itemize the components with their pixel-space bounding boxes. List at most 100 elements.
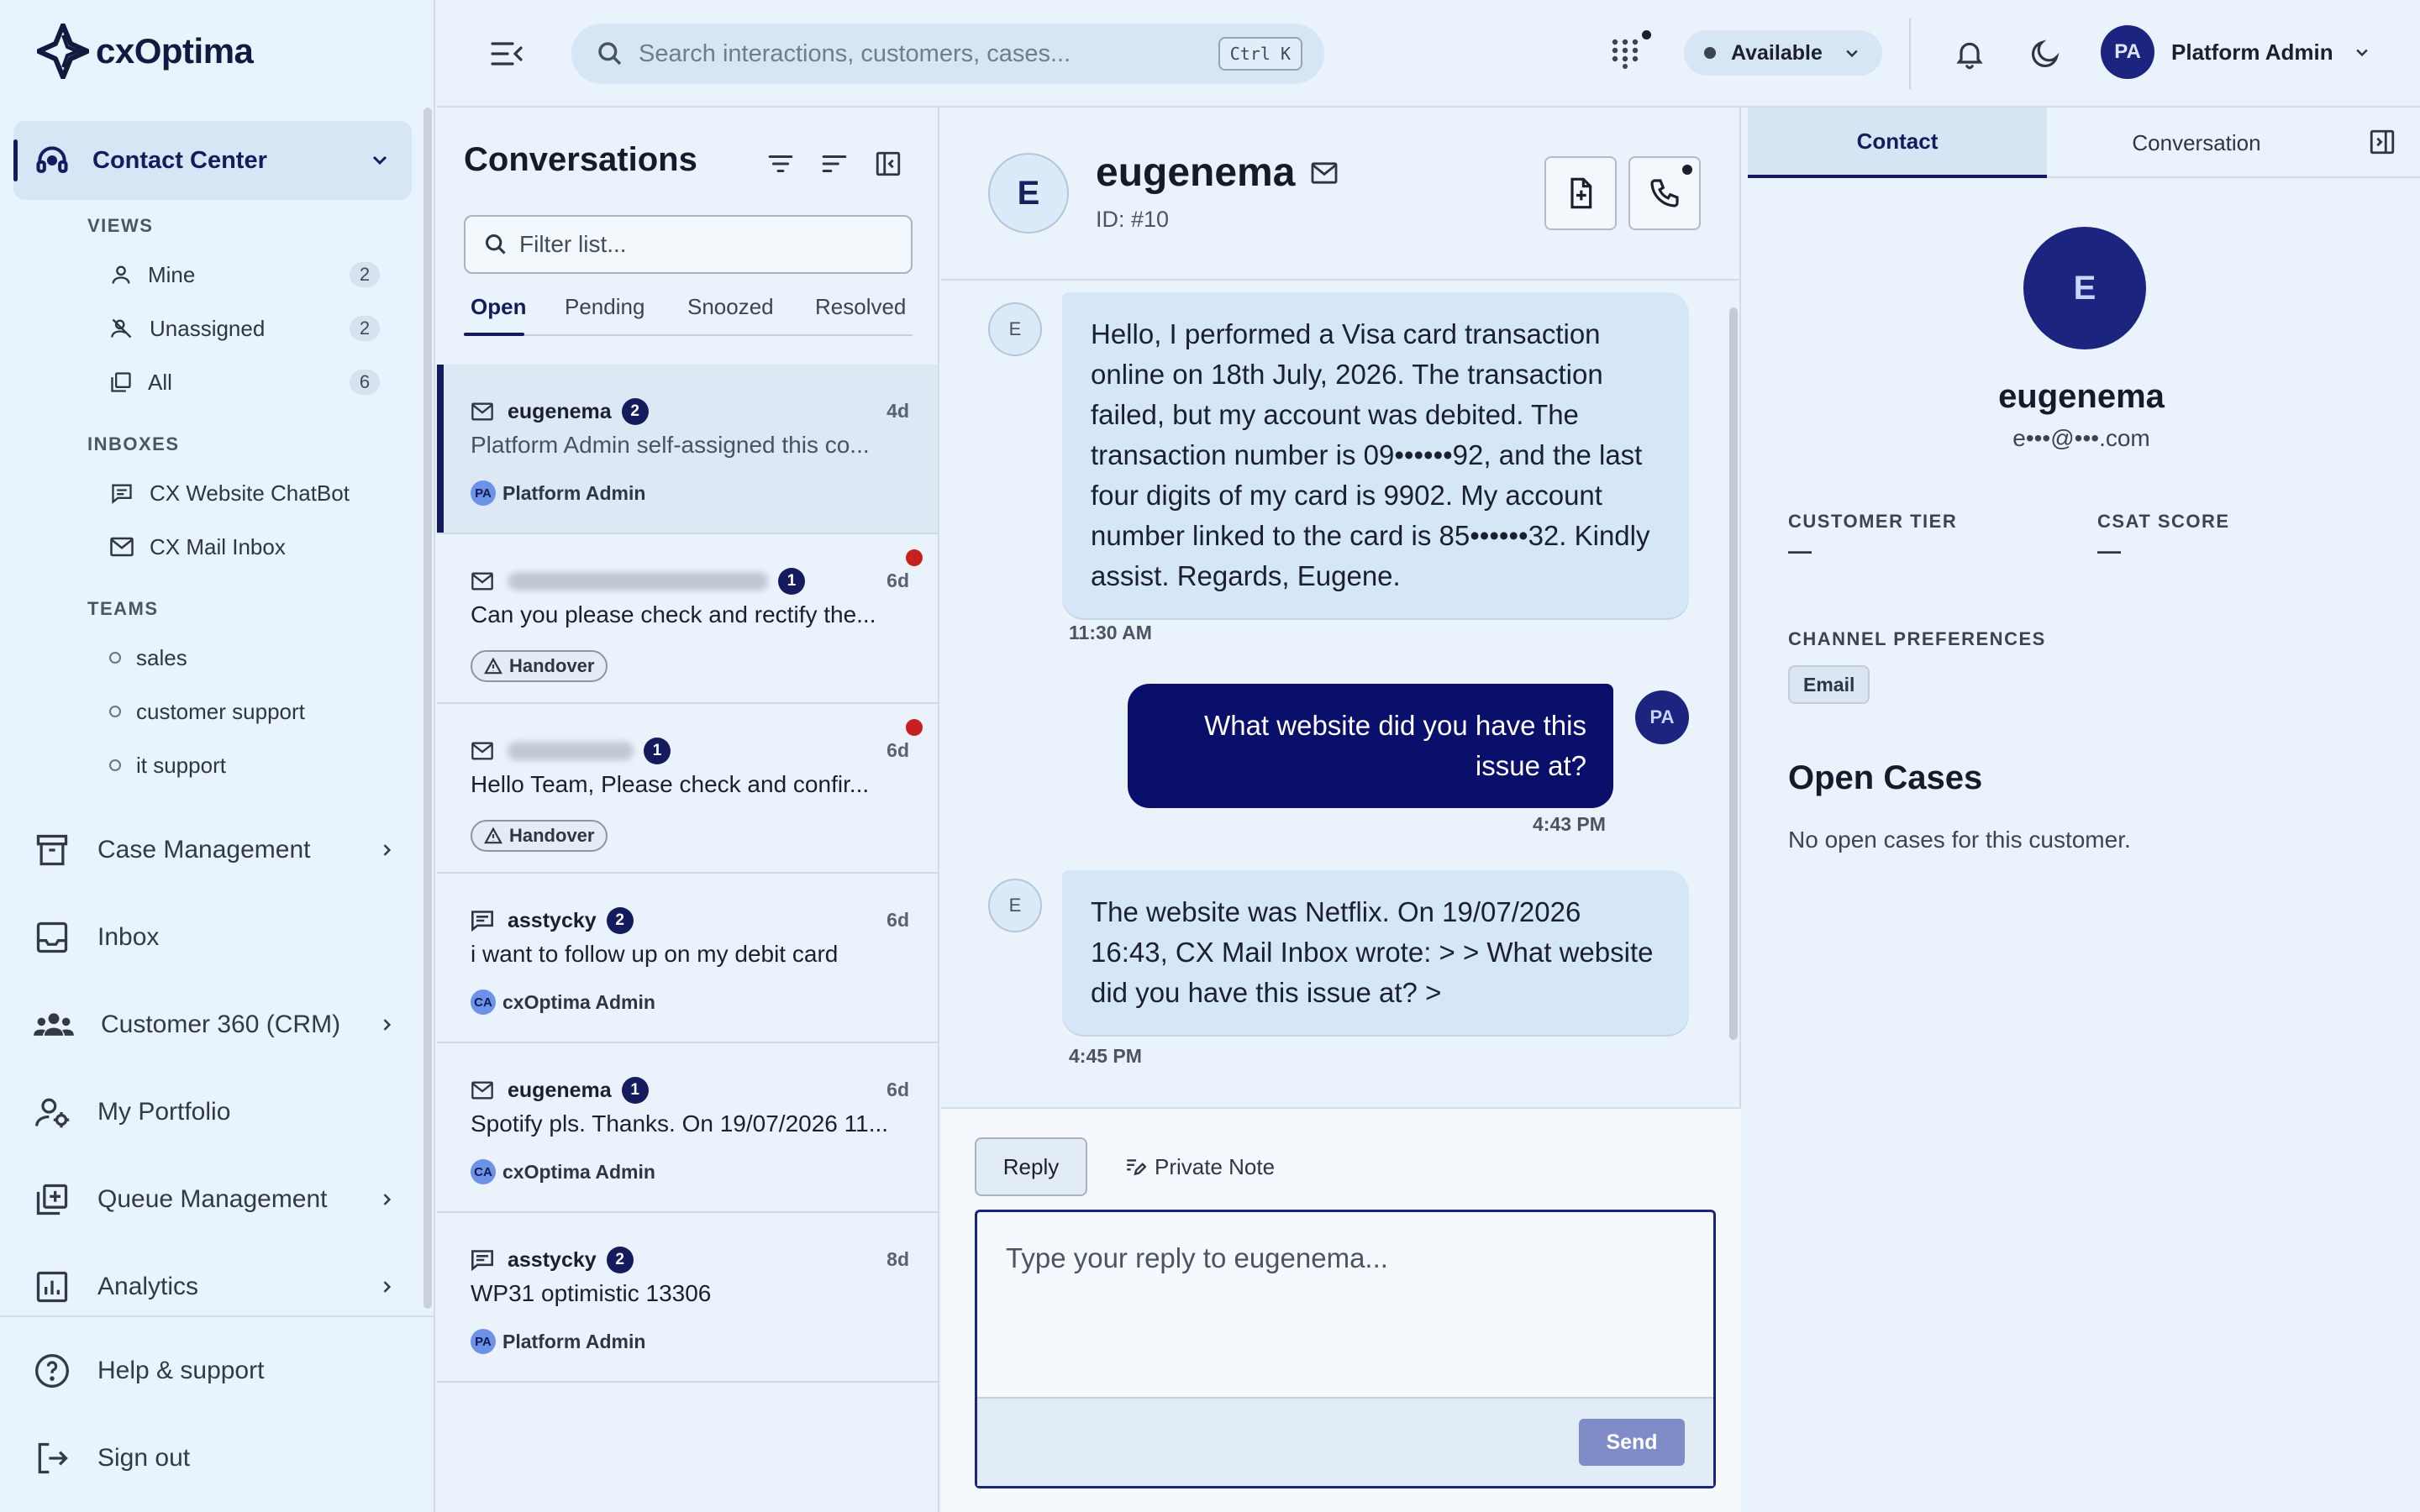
- tab-resolved[interactable]: Resolved: [815, 294, 906, 320]
- message-time: 4:45 PM: [1069, 1045, 1142, 1067]
- apps-grid-icon[interactable]: [1612, 39, 1639, 69]
- nav-analytics[interactable]: Analytics: [34, 1262, 395, 1312]
- topbar: Search interactions, customers, cases...…: [437, 0, 2420, 108]
- chevron-down-icon: [1844, 45, 1860, 61]
- conversation-preview: Spotify pls. Thanks. On 19/07/2026 11...: [471, 1110, 889, 1137]
- phone-icon: [1648, 176, 1681, 210]
- conversation-item[interactable]: eugenema 1 6d Spotify pls. Thanks. On 19…: [437, 1043, 938, 1213]
- tab-conversation[interactable]: Conversation: [2047, 108, 2346, 178]
- conversation-time: 6d: [886, 739, 909, 761]
- nav-queue-management[interactable]: Queue Management: [34, 1174, 395, 1225]
- chat-contact: eugenema: [1096, 150, 1339, 196]
- moon-icon[interactable]: [2028, 37, 2062, 71]
- help-icon: [34, 1352, 71, 1389]
- inbox-website-chatbot[interactable]: CX Website ChatBot: [109, 472, 350, 514]
- redacted-contact-name: [508, 742, 634, 760]
- agent-message: What website did you have this issue at?: [1128, 684, 1613, 808]
- team-customer-support[interactable]: customer support: [109, 690, 305, 732]
- tab-pending[interactable]: Pending: [565, 294, 644, 320]
- handover-tag: Handover: [471, 820, 608, 852]
- user-icon: [109, 263, 133, 286]
- contact-name: asstycky: [508, 908, 597, 932]
- nav-inbox[interactable]: Inbox: [34, 912, 395, 963]
- global-search[interactable]: Search interactions, customers, cases...…: [571, 24, 1324, 84]
- filter-icon[interactable]: [766, 150, 795, 178]
- search-icon: [484, 233, 508, 256]
- chart-icon: [34, 1268, 71, 1305]
- headset-icon: [34, 142, 71, 179]
- agent-avatar: PA: [471, 480, 496, 506]
- chat-icon: [471, 910, 494, 932]
- chat-scrollbar[interactable]: [1729, 307, 1738, 1040]
- chevron-right-icon: [378, 1016, 395, 1033]
- tab-private-note[interactable]: Private Note: [1124, 1137, 1275, 1196]
- team-it-support[interactable]: it support: [109, 744, 226, 786]
- nav-help-support[interactable]: Help & support: [34, 1346, 395, 1396]
- bell-icon[interactable]: [1953, 37, 1986, 71]
- conversation-item[interactable]: 1 6d Hello Team, Please check and confir…: [437, 704, 938, 874]
- team-sales[interactable]: sales: [109, 637, 187, 679]
- create-case-button[interactable]: [1544, 156, 1617, 230]
- sidebar-scrollbar[interactable]: [424, 108, 432, 1309]
- tab-open[interactable]: Open: [471, 294, 526, 320]
- nav-sign-out[interactable]: Sign out: [34, 1433, 395, 1483]
- nav-case-management[interactable]: Case Management: [34, 825, 395, 875]
- tab-snoozed[interactable]: Snoozed: [687, 294, 774, 320]
- search-placeholder: Search interactions, customers, cases...: [639, 39, 1071, 67]
- reply-composer: Reply Private Note Type your reply to eu…: [941, 1107, 1741, 1512]
- nav-label: Queue Management: [97, 1185, 328, 1213]
- view-all[interactable]: All 6: [109, 361, 380, 403]
- conversations-panel: Conversations Filter list... Open Pendin…: [437, 108, 939, 1512]
- nav-customer-360[interactable]: Customer 360 (CRM): [34, 1000, 395, 1050]
- views-heading: VIEWS: [87, 215, 154, 236]
- contact-tabs: Contact Conversation: [1748, 108, 2420, 178]
- contact-avatar: E: [2023, 227, 2146, 349]
- inbox-mail[interactable]: CX Mail Inbox: [109, 526, 286, 568]
- view-label: All: [148, 369, 172, 395]
- team-label: sales: [136, 644, 187, 670]
- nav-label: Case Management: [97, 836, 311, 864]
- active-indicator: [13, 139, 18, 181]
- stack-icon: [109, 370, 133, 394]
- panel-toggle-icon[interactable]: [874, 150, 902, 178]
- csat-score-value: —: [2097, 538, 2121, 564]
- user-off-icon: [109, 317, 134, 340]
- send-button[interactable]: Send: [1579, 1419, 1685, 1466]
- file-plus-icon: [1564, 176, 1597, 210]
- conversation-item[interactable]: asstycky 2 8d WP31 optimistic 13306 PA P…: [437, 1213, 938, 1383]
- reply-input[interactable]: Type your reply to eugenema... Send: [975, 1210, 1716, 1488]
- nav-contact-center[interactable]: Contact Center: [13, 121, 412, 200]
- customer-tier-value: —: [1788, 538, 1812, 564]
- filter-list-input[interactable]: Filter list...: [464, 215, 913, 274]
- collapse-menu-icon[interactable]: [491, 40, 524, 67]
- contact-panel: Contact Conversation E eugenema e•••@•••…: [1743, 108, 2420, 1512]
- conversation-item[interactable]: eugenema 2 4d Platform Admin self-assign…: [437, 365, 938, 534]
- conversation-item[interactable]: 1 6d Can you please check and rectify th…: [437, 534, 938, 704]
- chevron-down-icon: [370, 150, 390, 170]
- logo-icon: [37, 24, 89, 79]
- tab-contact[interactable]: Contact: [1748, 108, 2047, 178]
- agent-avatar: CA: [471, 1159, 496, 1184]
- sort-icon[interactable]: [820, 150, 849, 178]
- call-button[interactable]: [1628, 156, 1701, 230]
- tab-reply[interactable]: Reply: [975, 1137, 1087, 1196]
- user-avatar: PA: [2101, 25, 2154, 79]
- user-menu[interactable]: PA Platform Admin: [2101, 25, 2370, 79]
- availability-dropdown[interactable]: Available: [1684, 30, 1882, 76]
- chevron-right-icon: [378, 1191, 395, 1208]
- unread-badge: 2: [606, 1247, 634, 1273]
- brand[interactable]: cxOptima: [37, 24, 254, 79]
- view-mine[interactable]: Mine 2: [109, 254, 380, 296]
- nav-label: My Portfolio: [97, 1098, 231, 1126]
- call-status-dot: [1682, 165, 1692, 175]
- view-count: 6: [350, 370, 380, 395]
- mail-icon: [471, 571, 494, 591]
- unread-badge: 2: [621, 398, 649, 425]
- nav-my-portfolio[interactable]: My Portfolio: [34, 1087, 395, 1137]
- open-cases-empty: No open cases for this customer.: [1788, 827, 2131, 853]
- chevron-down-icon: [2354, 44, 2370, 60]
- chat-icon: [471, 1249, 494, 1271]
- view-unassigned[interactable]: Unassigned 2: [109, 307, 380, 349]
- panel-collapse-icon[interactable]: [2368, 128, 2396, 156]
- conversation-item[interactable]: asstycky 2 6d i want to follow up on my …: [437, 874, 938, 1043]
